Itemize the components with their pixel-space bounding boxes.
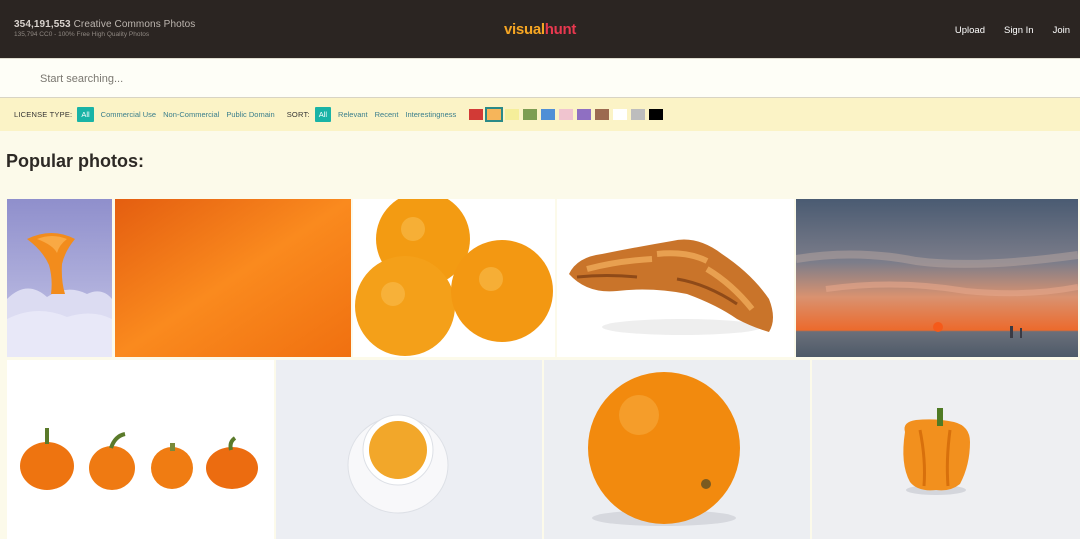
stats-subline: 135,794 CC0 - 100% Free High Quality Pho… <box>14 31 150 38</box>
color-swatch[interactable] <box>649 109 664 120</box>
photo-croissant[interactable] <box>557 199 794 357</box>
sort-relevant-option[interactable]: Relevant <box>338 110 368 119</box>
license-type-label: LICENSE TYPE: <box>14 110 73 119</box>
sort-all-chip[interactable]: All <box>314 107 332 122</box>
upload-link[interactable]: Upload <box>955 25 985 36</box>
color-swatch[interactable] <box>469 109 484 120</box>
sign-in-link[interactable]: Sign In <box>1004 25 1034 36</box>
search-input[interactable] <box>40 71 740 87</box>
photo-orange-gradient-image <box>115 199 351 357</box>
color-swatch[interactable] <box>595 109 610 120</box>
photo-sunset-sea-image <box>796 199 1078 357</box>
color-swatch[interactable] <box>541 109 556 120</box>
color-swatch[interactable] <box>559 109 574 120</box>
photo-tea-cup[interactable] <box>276 360 542 539</box>
site-logo[interactable]: visualhunt <box>504 21 576 38</box>
photo-orange-flower-image <box>7 199 112 357</box>
photo-bell-pepper-image <box>812 360 1080 539</box>
photo-three-oranges[interactable] <box>353 199 555 357</box>
color-swatch[interactable] <box>577 109 592 120</box>
color-swatches <box>469 107 667 122</box>
license-noncommercial-option[interactable]: Non-Commercial <box>163 110 219 119</box>
color-swatch[interactable] <box>505 109 520 120</box>
photo-croissant-image <box>557 199 794 357</box>
license-commercial-option[interactable]: Commercial Use <box>101 110 156 119</box>
photo-pumpkins-image <box>7 360 274 539</box>
logo-hunt: hunt <box>544 21 577 38</box>
search-bar <box>0 58 1080 98</box>
sort-interestingness-option[interactable]: Interestingness <box>405 110 456 119</box>
photo-tea-cup-image <box>276 360 542 539</box>
photo-bell-pepper[interactable] <box>812 360 1080 539</box>
photo-pumpkins[interactable] <box>7 360 274 539</box>
logo-visual: visual <box>504 21 545 38</box>
stats-label: Creative Commons Photos <box>73 19 196 30</box>
top-header: 354,191,553 Creative Commons Photos 135,… <box>0 0 1080 58</box>
color-swatch[interactable] <box>631 109 646 120</box>
stats-count: 354,191,553 <box>14 19 71 30</box>
page-title: Popular photos: <box>6 151 144 171</box>
photo-sunset-sea[interactable] <box>796 199 1078 357</box>
sort-label: SORT: <box>286 110 310 119</box>
license-public-domain-option[interactable]: Public Domain <box>226 110 274 119</box>
photo-orange-flower[interactable] <box>7 199 112 357</box>
color-swatch[interactable] <box>485 107 504 122</box>
filter-bar: LICENSE TYPE: All Commercial Use Non-Com… <box>0 98 1080 131</box>
license-all-chip[interactable]: All <box>77 107 94 122</box>
site-stats: 354,191,553 Creative Commons Photos 135,… <box>14 19 195 38</box>
photo-orange-gradient[interactable] <box>115 199 351 357</box>
color-swatch[interactable] <box>523 109 538 120</box>
photo-single-orange[interactable] <box>544 360 810 539</box>
sort-recent-option[interactable]: Recent <box>375 110 399 119</box>
color-swatch[interactable] <box>613 109 628 120</box>
top-nav: Upload Sign In Join <box>936 25 1070 36</box>
join-link[interactable]: Join <box>1053 25 1070 36</box>
photo-three-oranges-image <box>353 199 555 357</box>
photo-single-orange-image <box>544 360 810 539</box>
